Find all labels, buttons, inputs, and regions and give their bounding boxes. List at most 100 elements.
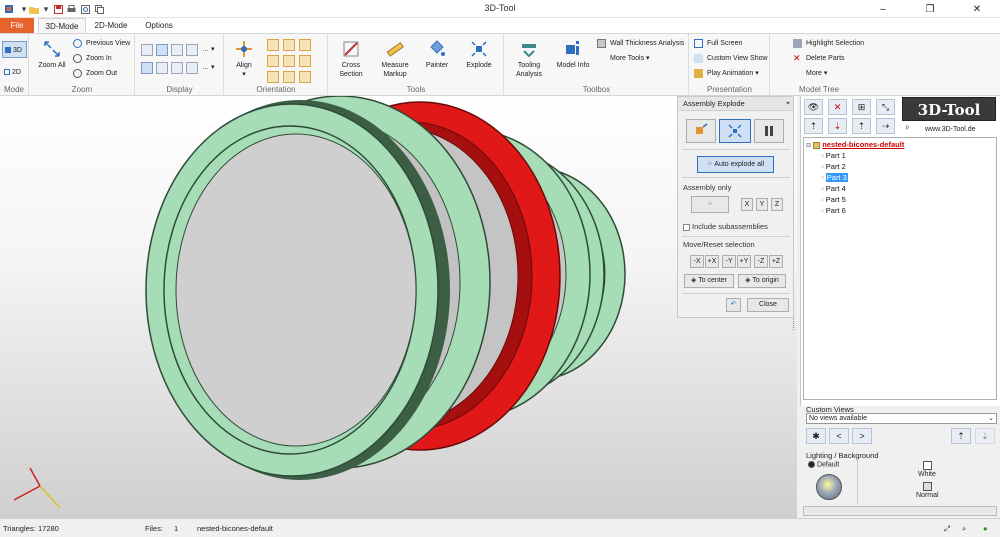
add-view-icon[interactable]: ✱ [806, 428, 826, 444]
open-folder-icon[interactable] [28, 3, 40, 15]
view-front-icon[interactable] [267, 39, 279, 51]
display-more-dropdown[interactable]: … ▾ [202, 44, 214, 56]
delete-parts-button[interactable]: ✕ Delete Parts [793, 53, 845, 65]
undo-button[interactable]: ↶ [726, 298, 741, 312]
background-normal-swatch[interactable] [923, 482, 932, 491]
move-plus-y-button[interactable]: +Y [737, 255, 751, 268]
tree-item-part-4[interactable]: ▫ Part 4 [821, 184, 846, 193]
view-iso-3-icon[interactable] [299, 71, 311, 83]
select-all-icon[interactable]: ⊞ [852, 99, 871, 115]
brand-url[interactable]: www.3D-Tool.de [925, 126, 976, 133]
tree-item-part-3[interactable]: ▫ Part 3 [821, 173, 848, 182]
view-top-icon[interactable] [283, 55, 295, 67]
auto-explode-all-button[interactable]: ⁘ Auto explode all [697, 156, 774, 173]
move-up-icon[interactable]: ⇡ [804, 118, 823, 134]
pause-button[interactable] [754, 119, 784, 143]
hidden-lines-icon[interactable] [186, 44, 198, 56]
part-1[interactable] [145, 100, 450, 480]
axis-z-button[interactable]: Z [771, 198, 783, 211]
tab-file[interactable]: File [0, 18, 34, 33]
tooling-analysis-button[interactable]: Tooling Analysis [511, 39, 547, 79]
zoom-out-button[interactable]: Zoom Out [73, 68, 117, 80]
move-plus-x-button[interactable]: +X [705, 255, 719, 268]
view-iso-2-icon[interactable] [283, 71, 295, 83]
expand-icon[interactable]: ⇡ [852, 118, 871, 134]
move-minus-z-button[interactable]: -Z [754, 255, 768, 268]
edit-view-icon[interactable]: ⇡ [951, 428, 971, 444]
highlight-selection-button[interactable]: Highlight Selection [793, 38, 864, 50]
tree-item-part-6[interactable]: ▫ Part 6 [821, 206, 846, 215]
previous-view-button[interactable]: Previous View [73, 38, 130, 50]
tree-root[interactable]: ⊟ nested-bicones-default [806, 140, 904, 149]
lighting-default-radio[interactable]: Default [808, 461, 839, 468]
zoom-in-button[interactable]: Zoom In [73, 53, 112, 65]
show-icon[interactable]: 👁 [804, 99, 823, 115]
zoom-all-button[interactable]: Zoom All [34, 39, 70, 70]
custom-view-show-button[interactable]: Custom View Show [694, 53, 768, 65]
chevron-down-icon[interactable]: ▾ [40, 3, 52, 15]
next-view-icon[interactable]: > [852, 428, 872, 444]
model-info-button[interactable]: Model Info [555, 39, 591, 70]
print-icon[interactable] [65, 3, 77, 15]
collapse-icon[interactable]: ⇢ [876, 118, 895, 134]
pin-icon[interactable]: ⌖ [786, 100, 790, 108]
painter-button[interactable]: Painter [421, 39, 453, 70]
view-left-icon[interactable] [299, 39, 311, 51]
measure-markup-button[interactable]: Measure Markup [375, 39, 415, 79]
explode-mode-move-button[interactable] [686, 119, 716, 143]
tab-2d-mode[interactable]: 2D-Mode [88, 18, 134, 33]
more-tools-button[interactable]: More Tools ▾ [597, 53, 650, 65]
hide-icon[interactable]: ✕ [828, 99, 847, 115]
explode-button[interactable]: Explode [461, 39, 497, 70]
delete-view-icon[interactable]: ⇣ [975, 428, 995, 444]
print-preview-icon[interactable] [79, 3, 91, 15]
explode-mode-auto-button[interactable] [719, 119, 751, 143]
tree-item-part-5[interactable]: ▫ Part 5 [821, 195, 846, 204]
silhouette-icon[interactable] [186, 62, 198, 74]
tree-item-part-2[interactable]: ▫ Part 2 [821, 162, 846, 171]
full-screen-button[interactable]: Full Screen [694, 38, 742, 50]
save-icon[interactable] [52, 3, 64, 15]
minimize-icon[interactable]: – [860, 0, 906, 18]
remove-icon[interactable]: ⇣ [828, 118, 847, 134]
axis-x-button[interactable]: X [741, 198, 753, 211]
move-plus-z-button[interactable]: +Z [769, 255, 783, 268]
tab-options[interactable]: Options [136, 18, 182, 33]
mode-3d-button[interactable]: 3D [2, 41, 27, 58]
view-right-icon[interactable] [267, 55, 279, 67]
to-center-button[interactable]: ◈ To center [684, 274, 734, 288]
more-button[interactable]: More ▾ [793, 68, 827, 80]
close-button[interactable]: Close [747, 298, 789, 312]
cross-section-button[interactable]: Cross Section [333, 39, 369, 79]
background-white-swatch[interactable] [923, 461, 932, 470]
zoom-icon[interactable]: ⌕ [962, 519, 966, 537]
copy-icon[interactable] [93, 3, 105, 15]
transparency-icon[interactable] [171, 62, 183, 74]
perspective-icon[interactable] [141, 62, 153, 74]
assembly-explode-button[interactable]: ⁘ [691, 196, 729, 213]
fit-icon[interactable]: ⤢ [944, 519, 950, 537]
move-minus-y-button[interactable]: -Y [722, 255, 736, 268]
display-more-dropdown-2[interactable]: … ▾ [202, 62, 214, 74]
wall-thickness-button[interactable]: Wall Thickness Analysis [597, 38, 684, 50]
align-button[interactable]: Align ▾ [229, 39, 259, 79]
move-minus-x-button[interactable]: -X [690, 255, 704, 268]
previous-view-icon[interactable]: < [829, 428, 849, 444]
model-tree[interactable]: ⊟ nested-bicones-default ▫ Part 1 ▫ Part… [803, 137, 997, 400]
play-animation-button[interactable]: Play Animation ▾ [694, 68, 759, 80]
view-iso-1-icon[interactable] [267, 71, 279, 83]
mode-2d-button[interactable]: 2D [2, 64, 27, 81]
edges-icon[interactable] [156, 62, 168, 74]
view-back-icon[interactable] [283, 39, 295, 51]
close-icon[interactable]: ✕ [954, 0, 1000, 18]
view-bottom-icon[interactable] [299, 55, 311, 67]
custom-views-select[interactable]: No views available ⌄ [806, 413, 997, 424]
shaded-icon[interactable] [141, 44, 153, 56]
light-sphere-icon[interactable] [816, 474, 842, 500]
include-subassemblies-checkbox[interactable]: Include subassemblies [683, 222, 768, 231]
maximize-icon[interactable]: ❐ [907, 0, 953, 18]
to-origin-button[interactable]: ◈ To origin [738, 274, 786, 288]
shaded-edges-icon[interactable] [156, 44, 168, 56]
tab-3d-mode[interactable]: 3D-Mode [38, 18, 86, 33]
axis-y-button[interactable]: Y [756, 198, 768, 211]
